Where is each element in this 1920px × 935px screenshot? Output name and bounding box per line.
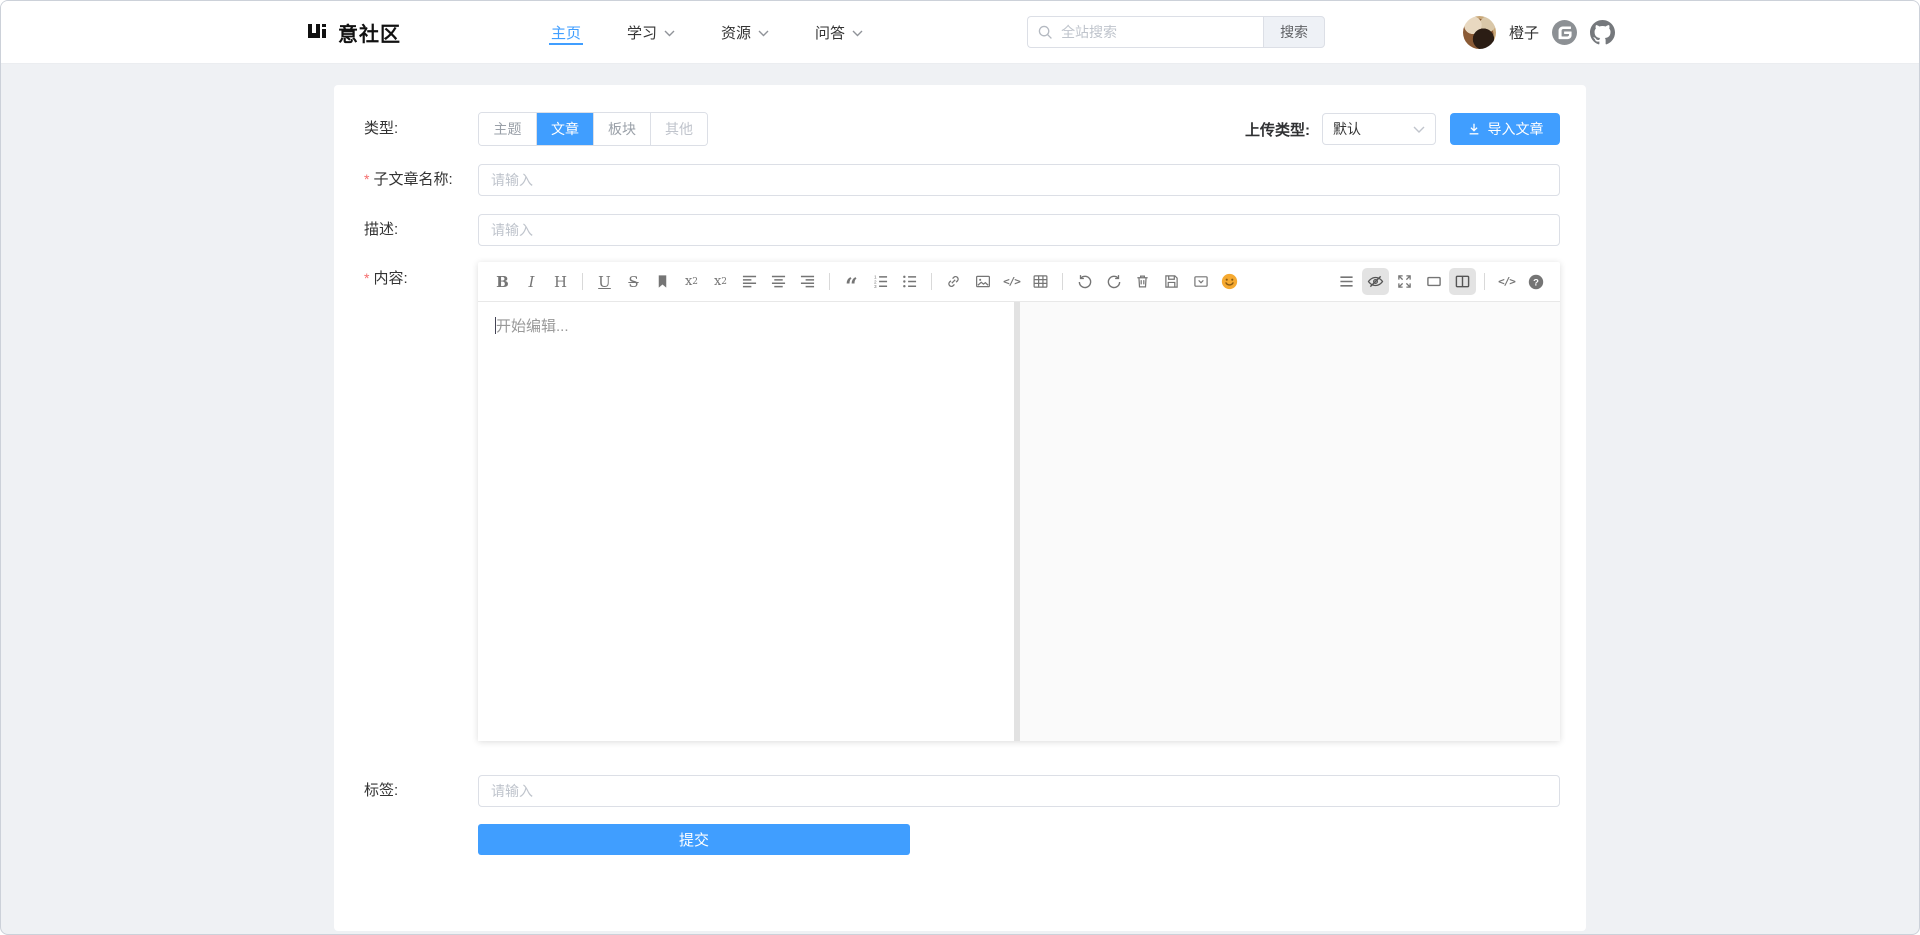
type-label: 类型: [364,113,478,145]
search-button[interactable]: 搜索 [1263,16,1325,48]
align-center-icon[interactable] [765,268,792,295]
tags-label: 标签: [364,775,478,807]
unordered-list-icon[interactable] [896,268,923,295]
upload-type-select[interactable]: 默认 [1322,113,1436,145]
undo-icon[interactable] [1071,268,1098,295]
subscript-icon[interactable]: x2 [707,268,734,295]
italic-icon[interactable]: I [518,268,545,295]
tags-input[interactable] [478,775,1560,807]
source-code-icon[interactable]: </> [1493,268,1520,295]
description-label: 描述: [364,214,478,246]
upload-type-label: 上传类型: [1245,119,1310,140]
outline-icon[interactable] [1333,268,1360,295]
bold-icon[interactable]: B [489,268,516,295]
chevron-down-icon [1413,126,1425,133]
type-option-topic[interactable]: 主题 [479,113,536,145]
svg-text:?: ? [1533,277,1539,288]
preview-toggle-icon[interactable] [1362,268,1389,295]
link-icon[interactable] [940,268,967,295]
chevron-down-icon [852,30,863,37]
username[interactable]: 橙子 [1509,22,1539,43]
brand[interactable]: 意社区 [305,18,401,47]
split-mode-icon[interactable] [1449,268,1476,295]
type-option-article[interactable]: 文章 [536,113,593,145]
chevron-down-icon [664,30,675,37]
markdown-editor: B I H U S x2 x2 “ 123 [478,262,1560,741]
read-mode-icon[interactable] [1420,268,1447,295]
search-input[interactable] [1061,24,1253,40]
fullscreen-icon[interactable] [1391,268,1418,295]
editor-input-pane[interactable]: 开始编辑... [478,302,1014,741]
site-search: 搜索 [1027,16,1325,48]
editor-placeholder: 开始编辑... [496,318,569,335]
divider [931,273,932,290]
magnifier-icon [1038,25,1053,40]
description-input[interactable] [478,214,1560,246]
submit-button[interactable]: 提交 [478,824,910,855]
divider [829,273,830,290]
ordered-list-icon[interactable]: 123 [867,268,894,295]
github-icon[interactable] [1590,20,1615,45]
quote-icon[interactable]: “ [838,268,865,295]
divider [582,273,583,290]
gitee-icon[interactable] [1552,20,1577,45]
main-nav: 主页 学习 资源 问答 [551,1,863,64]
type-row: 类型: 主题 文章 板块 其他 上传类型: 默认 [334,85,1586,146]
required-mark: * [364,171,369,187]
align-right-icon[interactable] [794,268,821,295]
submit-row: 提交 [334,824,1586,855]
mark-icon[interactable] [649,268,676,295]
top-navbar: 意社区 主页 学习 资源 问答 搜索 [1,1,1919,64]
help-icon[interactable]: ? [1522,268,1549,295]
emoji-icon[interactable] [1216,268,1243,295]
required-mark: * [364,270,369,286]
editor-toolbar: B I H U S x2 x2 “ 123 [478,262,1560,302]
article-form-card: 类型: 主题 文章 板块 其他 上传类型: 默认 [334,85,1586,931]
type-option-other[interactable]: 其他 [650,113,707,145]
nav-item-learn[interactable]: 学习 [627,1,675,64]
avatar[interactable] [1463,16,1496,49]
nav-item-resources[interactable]: 资源 [721,1,769,64]
tags-row: 标签: [334,775,1586,807]
description-row: 描述: [334,214,1586,246]
align-left-icon[interactable] [736,268,763,295]
chevron-down-icon [758,30,769,37]
strikethrough-icon[interactable]: S [620,268,647,295]
trash-icon[interactable] [1129,268,1156,295]
nav-item-home[interactable]: 主页 [551,1,581,64]
divider [1484,273,1485,290]
image-icon[interactable] [969,268,996,295]
save-icon[interactable] [1158,268,1185,295]
header-icon[interactable]: H [547,268,574,295]
svg-text:3: 3 [874,284,877,289]
superscript-icon[interactable]: x2 [678,268,705,295]
underline-icon[interactable]: U [591,268,618,295]
redo-icon[interactable] [1100,268,1127,295]
code-icon[interactable]: </> [998,268,1025,295]
editor-preview-pane [1020,302,1560,741]
nav-item-qa[interactable]: 问答 [815,1,863,64]
editor-toolbar-right: </> ? [1332,268,1550,295]
type-option-board[interactable]: 板块 [593,113,650,145]
yi-logo [305,20,329,44]
content-label: *内容: [364,262,478,295]
sub-article-name-input[interactable] [478,164,1560,196]
name-label: *子文章名称: [364,163,478,196]
editor-panes: 开始编辑... [478,302,1560,741]
content-row: *内容: B I H U S x2 x2 [334,262,1586,741]
export-icon[interactable] [1187,268,1214,295]
type-segmented-control: 主题 文章 板块 其他 [478,112,708,146]
user-area: 橙子 [1463,16,1615,49]
import-article-button[interactable]: 导入文章 [1450,113,1560,145]
brand-name: 意社区 [338,18,401,47]
download-icon [1467,122,1481,136]
browser-window: 意社区 主页 学习 资源 问答 搜索 [0,0,1920,935]
name-row: *子文章名称: [334,163,1586,196]
table-icon[interactable] [1027,268,1054,295]
divider [1062,273,1063,290]
